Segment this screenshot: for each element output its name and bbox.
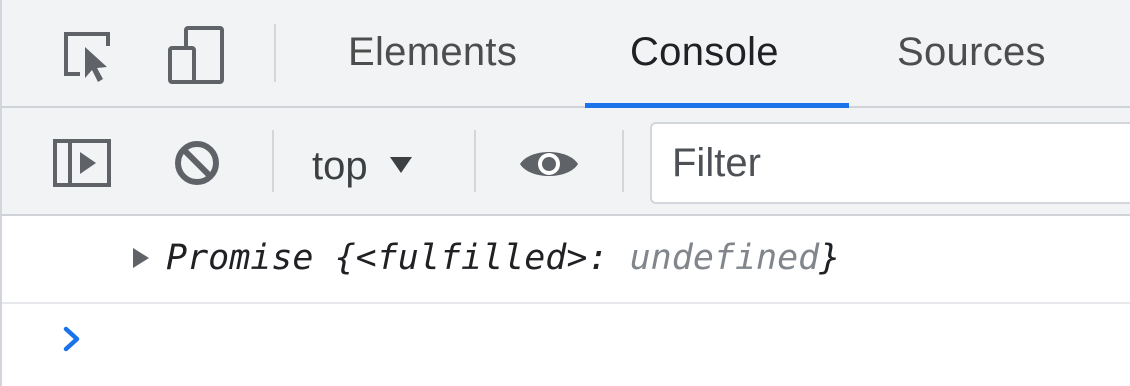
tab-sources[interactable]: Sources — [897, 30, 1046, 75]
context-label: top — [312, 144, 368, 188]
filter-box — [650, 122, 1130, 204]
show-sidebar-icon[interactable] — [52, 138, 112, 188]
clear-console-icon[interactable] — [172, 138, 222, 188]
console-message: Promise {<fulfilled>: undefined} — [2, 216, 1130, 304]
console-prompt-row[interactable] — [2, 304, 1130, 386]
toolbar-separator — [272, 130, 274, 192]
filter-input[interactable] — [652, 139, 1130, 187]
inspect-element-icon[interactable] — [60, 28, 118, 84]
device-toggle-icon[interactable] — [164, 22, 228, 86]
toolbar-separator — [622, 130, 624, 192]
expand-arrow-icon[interactable] — [133, 248, 149, 268]
promise-value: undefined — [629, 238, 820, 278]
tab-elements[interactable]: Elements — [348, 30, 517, 75]
prompt-chevron-icon — [62, 326, 82, 357]
promise-prefix: Promise { — [166, 238, 356, 278]
promise-separator: : — [587, 238, 630, 278]
promise-preview[interactable]: Promise {<fulfilled>: undefined} — [166, 238, 840, 278]
devtools-tab-bar: Elements Console Sources — [2, 0, 1130, 108]
tab-separator — [274, 24, 276, 82]
devtools-window: Elements Console Sources top Filter Prom… — [0, 0, 1130, 386]
toolbar-separator — [474, 130, 476, 192]
promise-state: <fulfilled> — [355, 238, 588, 278]
console-toolbar: top — [2, 108, 1130, 216]
live-expression-icon[interactable] — [516, 142, 582, 186]
tab-console[interactable]: Console — [630, 30, 779, 75]
context-selector[interactable]: top — [312, 144, 412, 189]
dropdown-caret-icon — [389, 156, 412, 173]
promise-suffix: } — [819, 238, 841, 278]
